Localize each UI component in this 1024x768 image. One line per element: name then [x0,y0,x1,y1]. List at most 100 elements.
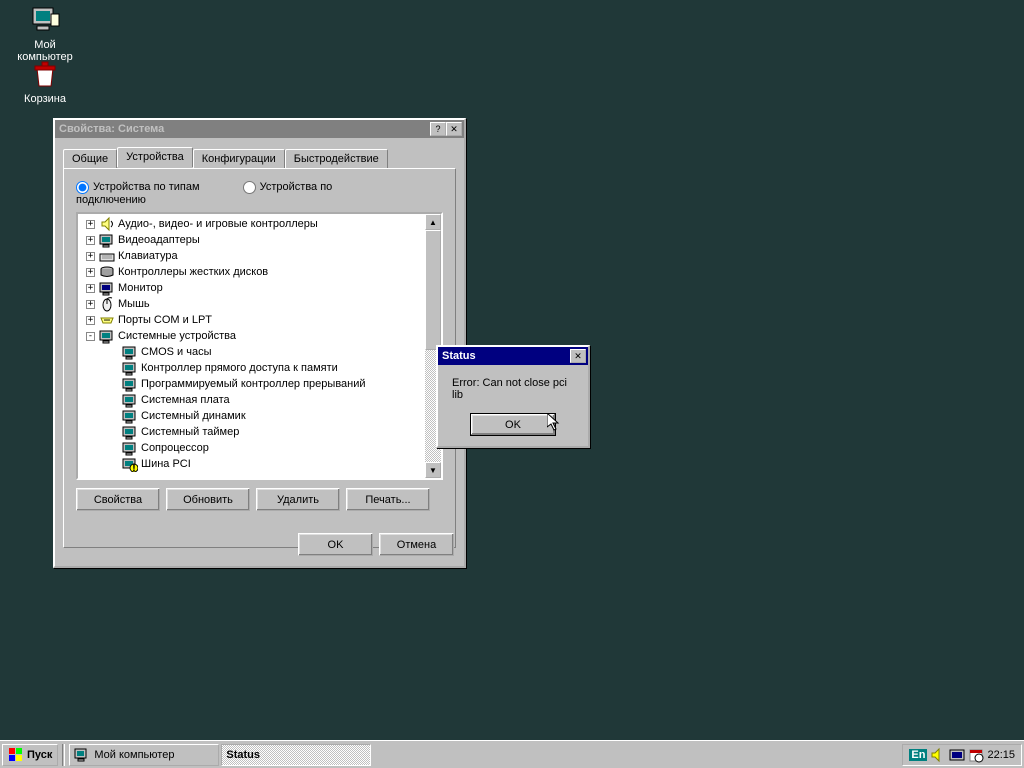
tree-item[interactable]: + Монитор [78,280,425,296]
radio-by-type[interactable]: Устройства по типам [76,181,200,193]
radio-by-type-input[interactable] [76,181,89,194]
tree-item[interactable]: + Мышь [78,296,425,312]
tree-expander[interactable]: + [86,316,95,325]
device-icon [122,440,138,456]
tree-item[interactable]: + Контроллеры жестких дисков [78,264,425,280]
tree-expander[interactable]: + [86,220,95,229]
start-label: Пуск [27,749,52,761]
properties-button[interactable]: Свойства [76,488,160,511]
tree-expander[interactable]: + [86,252,95,261]
tree-item-label: Клавиатура [118,250,178,262]
tree-item[interactable]: Программируемый контроллер прерываний [78,376,425,392]
status-dialog-titlebar[interactable]: Status ✕ [438,347,588,365]
tree-expander[interactable]: + [86,236,95,245]
scroll-up-button[interactable]: ▲ [425,214,441,230]
tray-scheduler-icon[interactable] [968,747,984,763]
device-tree[interactable]: + Аудио-, видео- и игровые контроллеры +Ви… [76,212,443,480]
tab-performance[interactable]: Быстродействие [285,149,388,169]
tree-item[interactable]: +Видеоадаптеры [78,232,425,248]
device-category-icon [99,232,115,248]
tab-general[interactable]: Общие [63,149,117,169]
device-icon [122,344,138,360]
tree-item-label: Контроллер прямого доступа к памяти [141,362,338,374]
tree-item-label: Контроллеры жестких дисков [118,266,268,278]
device-icon [122,424,138,440]
device-category-icon [99,216,115,232]
taskbar-task-my-computer[interactable]: Мой компьютер [69,744,219,766]
device-category-icon [99,328,115,344]
cancel-button[interactable]: Отмена [379,533,454,556]
radio-by-connection-input[interactable] [243,181,256,194]
tree-item-label: Шина PCI [141,458,191,470]
tree-item-label: Системный таймер [141,426,239,438]
desktop-icon-label: Корзина [22,92,68,106]
tree-item-label: Системная плата [141,394,230,406]
scroll-thumb[interactable] [425,230,441,350]
system-properties-window: Свойства: Система ? ✕ Общие Устройства К… [53,118,466,568]
device-category-icon [99,312,115,328]
tree-item-label: CMOS и часы [141,346,212,358]
delete-button[interactable]: Удалить [256,488,340,511]
tree-expander[interactable]: + [86,300,95,309]
tree-item-label: Порты COM и LPT [118,314,212,326]
tree-expander[interactable]: - [86,332,95,341]
tree-item-label: Монитор [118,282,163,294]
language-indicator[interactable]: En [909,749,927,761]
start-button[interactable]: Пуск [2,744,58,766]
system-tray: En 22:15 [902,744,1022,766]
device-category-icon [99,280,115,296]
taskbar-divider [62,744,65,766]
computer-icon [74,747,90,763]
taskbar: Пуск Мой компьютер Status En 22:15 [0,740,1024,768]
tree-item-label: Системные устройства [118,330,236,342]
device-icon: ! [122,456,138,472]
tree-item[interactable]: Системный динамик [78,408,425,424]
tree-item[interactable]: Контроллер прямого доступа к памяти [78,360,425,376]
device-category-icon [99,248,115,264]
tree-item[interactable]: - Системные устройства [78,328,425,344]
taskbar-task-status[interactable]: Status [221,744,371,766]
tray-display-icon[interactable] [949,747,965,763]
ok-button[interactable]: OK [470,413,556,436]
tab-configurations[interactable]: Конфигурации [193,149,285,169]
refresh-button[interactable]: Обновить [166,488,250,511]
svg-text:!: ! [132,462,136,472]
recycle-bin-icon [29,58,61,90]
scroll-down-button[interactable]: ▼ [425,462,441,478]
tree-item[interactable]: + Аудио-, видео- и игровые контроллеры [78,216,425,232]
system-properties-titlebar[interactable]: Свойства: Система ? ✕ [55,120,464,138]
tree-item-label: Программируемый контроллер прерываний [141,378,366,390]
tree-expander[interactable]: + [86,284,95,293]
clock[interactable]: 22:15 [987,749,1015,761]
tree-item[interactable]: Системная плата [78,392,425,408]
dialog-title: Status [440,350,570,362]
close-button[interactable]: ✕ [570,349,586,363]
tree-item[interactable]: + Порты COM и LPT [78,312,425,328]
tree-item[interactable]: ! Шина PCI [78,456,425,472]
tab-panel: Устройства по типам Устройства по подклю… [63,168,456,548]
device-icon [122,376,138,392]
tree-item[interactable]: CMOS и часы [78,344,425,360]
help-button[interactable]: ? [430,122,446,136]
tree-item[interactable]: Системный таймер [78,424,425,440]
close-button[interactable]: ✕ [446,122,462,136]
device-icon [122,392,138,408]
tray-volume-icon[interactable] [930,747,946,763]
print-button[interactable]: Печать... [346,488,430,511]
tree-item[interactable]: + Клавиатура [78,248,425,264]
dialog-message: Error: Can not close pci lib [438,365,588,413]
windows-logo-icon [8,747,24,763]
tree-item-label: Сопроцессор [141,442,209,454]
desktop-icon-my-computer[interactable]: Мой компьютер [10,4,80,64]
tab-devices[interactable]: Устройства [117,147,193,167]
computer-icon [29,4,61,36]
ok-button[interactable]: OK [298,533,373,556]
tree-item-label: Мышь [118,298,150,310]
window-title: Свойства: Система [57,123,430,135]
tab-strip: Общие Устройства Конфигурации Быстродейс… [63,148,456,168]
tree-item-label: Аудио-, видео- и игровые контроллеры [118,218,318,230]
desktop-icon-recycle-bin[interactable]: Корзина [10,58,80,106]
tree-expander[interactable]: + [86,268,95,277]
tree-item[interactable]: Сопроцессор [78,440,425,456]
status-dialog: Status ✕ Error: Can not close pci lib OK [436,345,590,448]
